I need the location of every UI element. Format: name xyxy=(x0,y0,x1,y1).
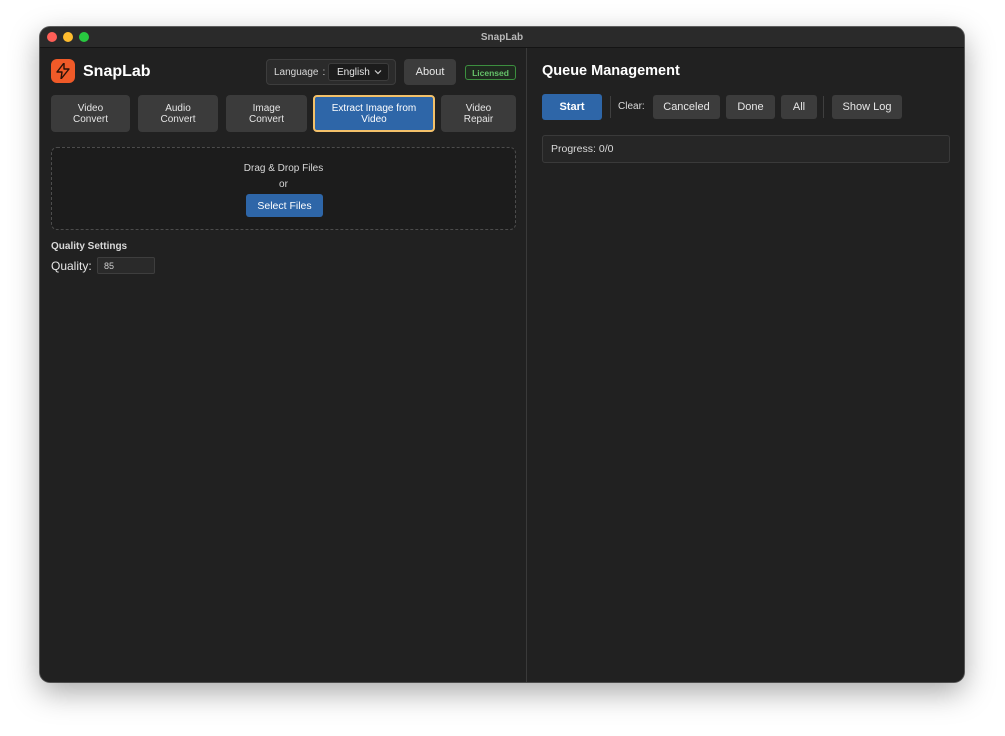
clear-all-button[interactable]: All xyxy=(781,95,817,119)
close-window-button[interactable] xyxy=(47,32,57,42)
title-bar: SnapLab xyxy=(40,27,964,48)
window-controls xyxy=(47,32,89,42)
about-button[interactable]: About xyxy=(404,59,456,85)
quality-settings-heading: Quality Settings xyxy=(51,241,128,252)
minimize-window-button[interactable] xyxy=(63,32,73,42)
show-log-button[interactable]: Show Log xyxy=(832,95,902,119)
quality-label: Quality: xyxy=(51,259,92,273)
language-selector-group: Language : English xyxy=(266,59,396,85)
clear-canceled-button[interactable]: Canceled xyxy=(653,95,720,119)
language-select[interactable]: English xyxy=(328,63,389,81)
divider xyxy=(610,96,611,118)
license-status-badge: Licensed xyxy=(465,65,516,80)
converter-pane: SnapLab Language : English About License… xyxy=(40,48,527,682)
drop-zone-or: or xyxy=(279,179,288,190)
tab-extract-image-from-video[interactable]: Extract Image from Video xyxy=(313,95,435,132)
app-name: SnapLab xyxy=(83,63,151,80)
tab-video-repair[interactable]: Video Repair xyxy=(441,95,516,132)
divider xyxy=(823,96,824,118)
clear-label: Clear: xyxy=(618,101,645,112)
maximize-window-button[interactable] xyxy=(79,32,89,42)
quality-input[interactable]: 85 xyxy=(97,257,155,274)
lightning-bolt-icon xyxy=(51,59,75,83)
start-button[interactable]: Start xyxy=(542,94,602,120)
tab-audio-convert[interactable]: Audio Convert xyxy=(138,95,218,132)
language-separator: : xyxy=(322,66,326,78)
language-select-value: English xyxy=(337,66,370,78)
app-window: SnapLab SnapLab Language : English About… xyxy=(40,27,964,682)
progress-status: Progress: 0/0 xyxy=(542,135,950,163)
file-drop-zone[interactable]: Drag & Drop Files or Select Files xyxy=(51,147,516,230)
tab-image-convert[interactable]: Image Convert xyxy=(226,95,307,132)
queue-pane: Queue Management Start Clear: Canceled D… xyxy=(528,48,964,682)
tab-video-convert[interactable]: Video Convert xyxy=(51,95,130,132)
clear-done-button[interactable]: Done xyxy=(726,95,775,119)
drop-zone-text: Drag & Drop Files xyxy=(243,163,324,174)
queue-title: Queue Management xyxy=(542,63,680,79)
select-files-button[interactable]: Select Files xyxy=(246,194,323,217)
chevron-down-icon xyxy=(374,70,382,75)
window-title: SnapLab xyxy=(480,31,524,43)
language-label: Language xyxy=(274,66,319,78)
